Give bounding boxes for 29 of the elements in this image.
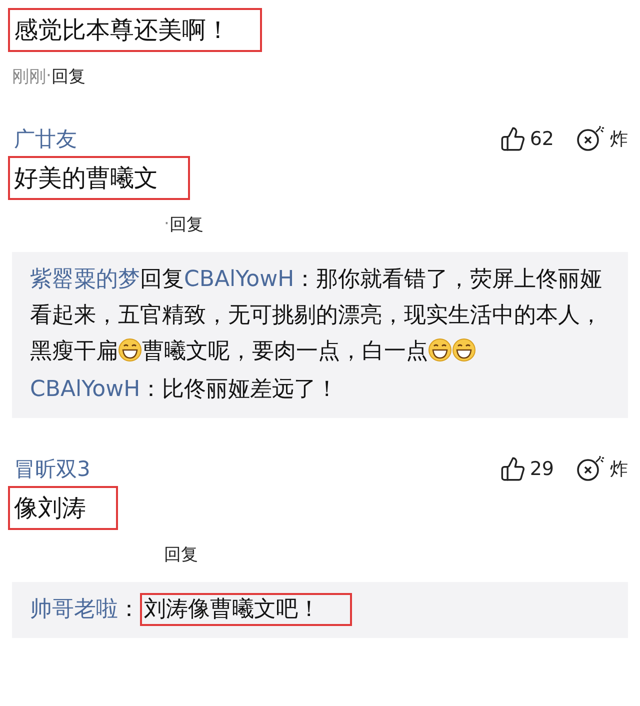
bomb-icon[interactable] [576,125,606,153]
reply-text: CBAlYowH：比佟丽娅差远了！ [30,376,340,404]
bomb-label[interactable]: 炸 [610,457,628,481]
reply-text: 帅哥老啦： 刘涛像曹曦文吧！ [30,592,608,628]
username-link[interactable]: CBAlYowH [184,267,294,292]
like-count: 29 [530,458,554,480]
reply-button[interactable]: 回复 [51,64,86,88]
comment-text: 像刘涛 [8,486,118,530]
grinning-emoji-icon [118,338,142,362]
comment-text: 好美的曹曦文 [8,156,190,200]
username-link[interactable]: 帅哥老啦 [30,597,118,622]
like-count: 62 [530,128,554,150]
separator-dot: · [46,66,52,86]
username[interactable]: 冒昕双3 [14,455,500,483]
grinning-emoji-icon [428,338,452,362]
reply-text: 紫罂粟的梦回复CBAlYowH：那你就看错了，荧屏上佟丽娅看起来，五官精致，无可挑剔的漂亮，现实生活中的本人，黑瘦干扁 曹曦文呢，要肉一点，白一点 [30,266,604,366]
bomb-icon[interactable] [576,455,606,483]
reply-button[interactable]: 回复 [169,212,204,236]
grinning-emoji-icon [452,338,476,362]
thumbs-up-icon[interactable] [500,126,526,152]
username-link[interactable]: CBAlYowH [30,377,140,402]
username-link[interactable]: 紫罂粟的梦 [30,267,140,292]
bomb-label[interactable]: 炸 [610,127,628,151]
comment-text: 感觉比本尊还美啊！ [8,8,262,52]
comment-time: 刚刚 [12,66,46,88]
thumbs-up-icon[interactable] [500,456,526,482]
separator-dot: · [164,214,170,234]
username[interactable]: 广廿友 [14,125,500,153]
reply-button[interactable]: 回复 [164,542,198,566]
